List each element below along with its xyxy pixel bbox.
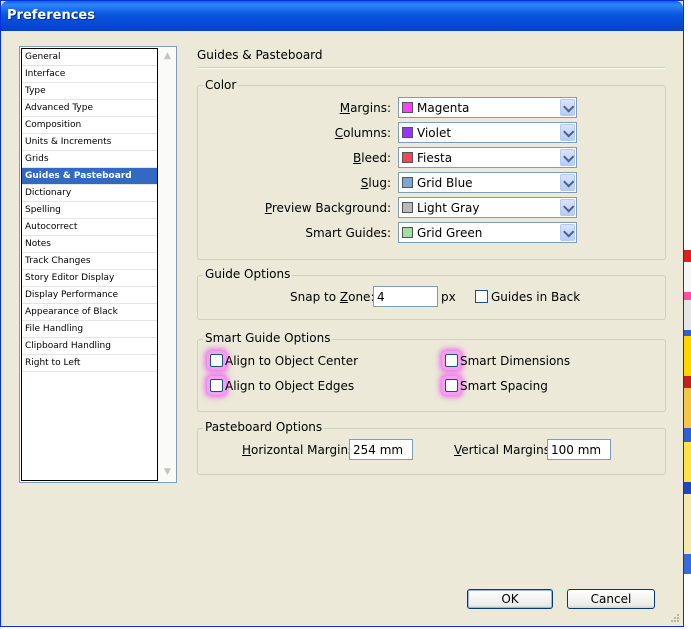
smart-guide-options-group <box>197 339 666 412</box>
nav-item-advanced-type[interactable]: Advanced Type <box>22 100 157 117</box>
snap-to-zone-value: 4 <box>377 290 385 304</box>
nav-item-right-to-left[interactable]: Right to Left <box>22 355 157 372</box>
panel-title-divider <box>197 67 665 69</box>
nav-item-dictionary[interactable]: Dictionary <box>22 185 157 202</box>
vertical-margins-input[interactable]: 100 mm <box>547 439 611 460</box>
category-list-items: General Interface Type Advanced Type Composi… <box>21 48 158 481</box>
preview-background-select[interactable]: Light Gray <box>398 197 577 218</box>
bleed-label: Bleed: <box>353 151 391 165</box>
grid-green-swatch <box>402 227 413 238</box>
guide-options-title: Guide Options <box>203 267 293 281</box>
align-to-object-center-checkbox[interactable] <box>210 354 223 367</box>
chevron-down-icon[interactable] <box>560 174 575 191</box>
panel-title: Guides & Pasteboard <box>197 48 323 62</box>
chevron-down-icon[interactable] <box>560 149 575 166</box>
horizontal-margins-input[interactable]: 254 mm <box>349 439 413 460</box>
nav-item-appearance-of-black[interactable]: Appearance of Black <box>22 304 157 321</box>
margins-color-value: Magenta <box>417 101 470 115</box>
nav-item-type[interactable]: Type <box>22 83 157 100</box>
vertical-margins-value: 100 mm <box>551 443 602 457</box>
guides-in-back-label[interactable]: Guides in Back <box>491 290 580 304</box>
margins-label: Margins: <box>339 101 391 115</box>
chevron-down-icon[interactable] <box>560 224 575 241</box>
fiesta-swatch <box>402 152 413 163</box>
vertical-margins-label: Vertical Margins: <box>454 443 555 457</box>
snap-to-zone-input[interactable]: 4 <box>373 286 438 307</box>
light-gray-swatch <box>402 202 413 213</box>
align-to-object-center-label[interactable]: Align to Object Center <box>225 354 358 368</box>
nav-item-display-performance[interactable]: Display Performance <box>22 287 157 304</box>
margins-color-select[interactable]: Magenta <box>398 97 577 118</box>
nav-item-interface[interactable]: Interface <box>22 66 157 83</box>
nav-item-general[interactable]: General <box>22 49 157 66</box>
scroll-up-arrow-icon[interactable]: ▲ <box>159 48 176 65</box>
nav-item-units-increments[interactable]: Units & Increments <box>22 134 157 151</box>
chevron-down-icon[interactable] <box>560 99 575 116</box>
nav-item-notes[interactable]: Notes <box>22 236 157 253</box>
nav-item-story-editor-display[interactable]: Story Editor Display <box>22 270 157 287</box>
bleed-color-value: Fiesta <box>417 151 453 165</box>
ok-button[interactable]: OK <box>467 589 553 609</box>
magenta-swatch <box>402 102 413 113</box>
cancel-button[interactable]: Cancel <box>567 589 655 609</box>
smart-dimensions-checkbox[interactable] <box>445 354 458 367</box>
resize-grip-icon[interactable] <box>669 612 679 622</box>
grid-blue-swatch <box>402 177 413 188</box>
horizontal-margins-value: 254 mm <box>353 443 404 457</box>
horizontal-margins-label: Horizontal Margins: <box>242 443 359 457</box>
smart-dimensions-label[interactable]: Smart Dimensions <box>460 354 570 368</box>
color-group-title: Color <box>203 78 239 92</box>
category-list-scrollbar[interactable]: ▲ ▼ <box>159 48 176 481</box>
nav-item-grids[interactable]: Grids <box>22 151 157 168</box>
nav-item-spelling[interactable]: Spelling <box>22 202 157 219</box>
slug-label: Slug: <box>360 176 391 190</box>
smart-guides-color-select[interactable]: Grid Green <box>398 222 577 243</box>
chevron-down-icon[interactable] <box>560 199 575 216</box>
columns-color-select[interactable]: Violet <box>398 122 577 143</box>
slug-color-select[interactable]: Grid Blue <box>398 172 577 193</box>
smart-spacing-label[interactable]: Smart Spacing <box>460 379 548 393</box>
bleed-color-select[interactable]: Fiesta <box>398 147 577 168</box>
columns-label: Columns: <box>334 126 391 140</box>
nav-item-file-handling[interactable]: File Handling <box>22 321 157 338</box>
window-title: Preferences <box>7 8 95 23</box>
preview-background-value: Light Gray <box>417 201 480 215</box>
guides-in-back-checkbox[interactable] <box>475 290 488 303</box>
smart-guides-color-value: Grid Green <box>417 226 483 240</box>
category-list[interactable]: General Interface Type Advanced Type Composi… <box>19 46 177 483</box>
nav-item-clipboard-handling[interactable]: Clipboard Handling <box>22 338 157 355</box>
nav-item-composition[interactable]: Composition <box>22 117 157 134</box>
nav-item-track-changes[interactable]: Track Changes <box>22 253 157 270</box>
preferences-dialog: Preferences General Interface Type Advanced… <box>0 0 684 627</box>
nav-item-autocorrect[interactable]: Autocorrect <box>22 219 157 236</box>
snap-unit-label: px <box>441 290 456 304</box>
align-to-object-edges-checkbox[interactable] <box>210 379 223 392</box>
smart-guide-options-title: Smart Guide Options <box>203 331 333 345</box>
slug-color-value: Grid Blue <box>417 176 473 190</box>
smart-guides-label: Smart Guides: <box>305 226 391 240</box>
scroll-down-arrow-icon[interactable]: ▼ <box>159 464 176 481</box>
title-bar[interactable]: Preferences <box>1 1 683 31</box>
nav-item-guides-pasteboard[interactable]: Guides & Pasteboard <box>22 168 157 185</box>
smart-spacing-checkbox[interactable] <box>445 379 458 392</box>
snap-to-zone-label: Snap to Zone: <box>290 290 375 304</box>
align-to-object-edges-label[interactable]: Align to Object Edges <box>225 379 354 393</box>
columns-color-value: Violet <box>417 126 452 140</box>
pasteboard-options-title: Pasteboard Options <box>203 420 325 434</box>
violet-swatch <box>402 127 413 138</box>
preview-background-label: Preview Background: <box>264 201 391 215</box>
chevron-down-icon[interactable] <box>560 124 575 141</box>
